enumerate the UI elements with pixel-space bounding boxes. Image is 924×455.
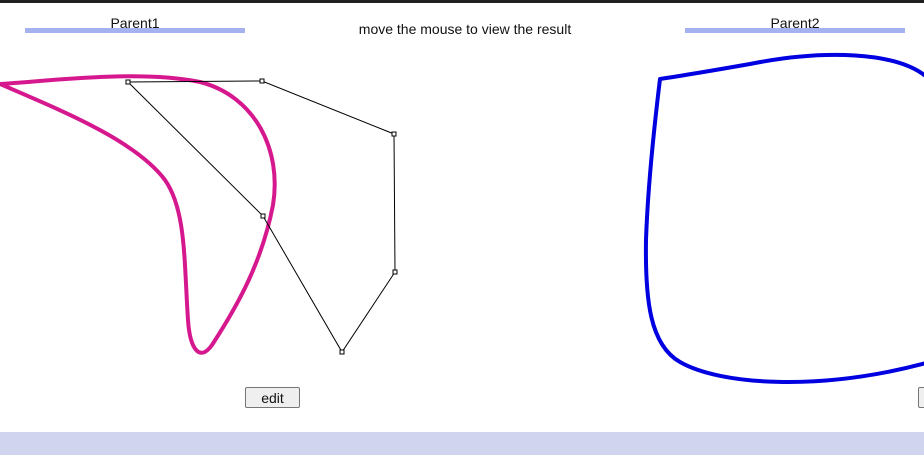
control-point-handle[interactable] (259, 78, 265, 84)
control-point-handle[interactable] (339, 349, 345, 355)
control-point-handle[interactable] (260, 213, 266, 219)
footer-band (0, 432, 924, 455)
control-point-handle[interactable] (391, 131, 397, 137)
drawing-canvas[interactable] (0, 0, 924, 432)
edit-button-parent2[interactable] (918, 387, 924, 408)
edit-button[interactable]: edit (245, 387, 300, 408)
parent2-curve (643, 52, 924, 384)
control-point-handle[interactable] (125, 79, 131, 85)
control-point-handle[interactable] (392, 269, 398, 275)
parent1-curve (0, 74, 277, 355)
